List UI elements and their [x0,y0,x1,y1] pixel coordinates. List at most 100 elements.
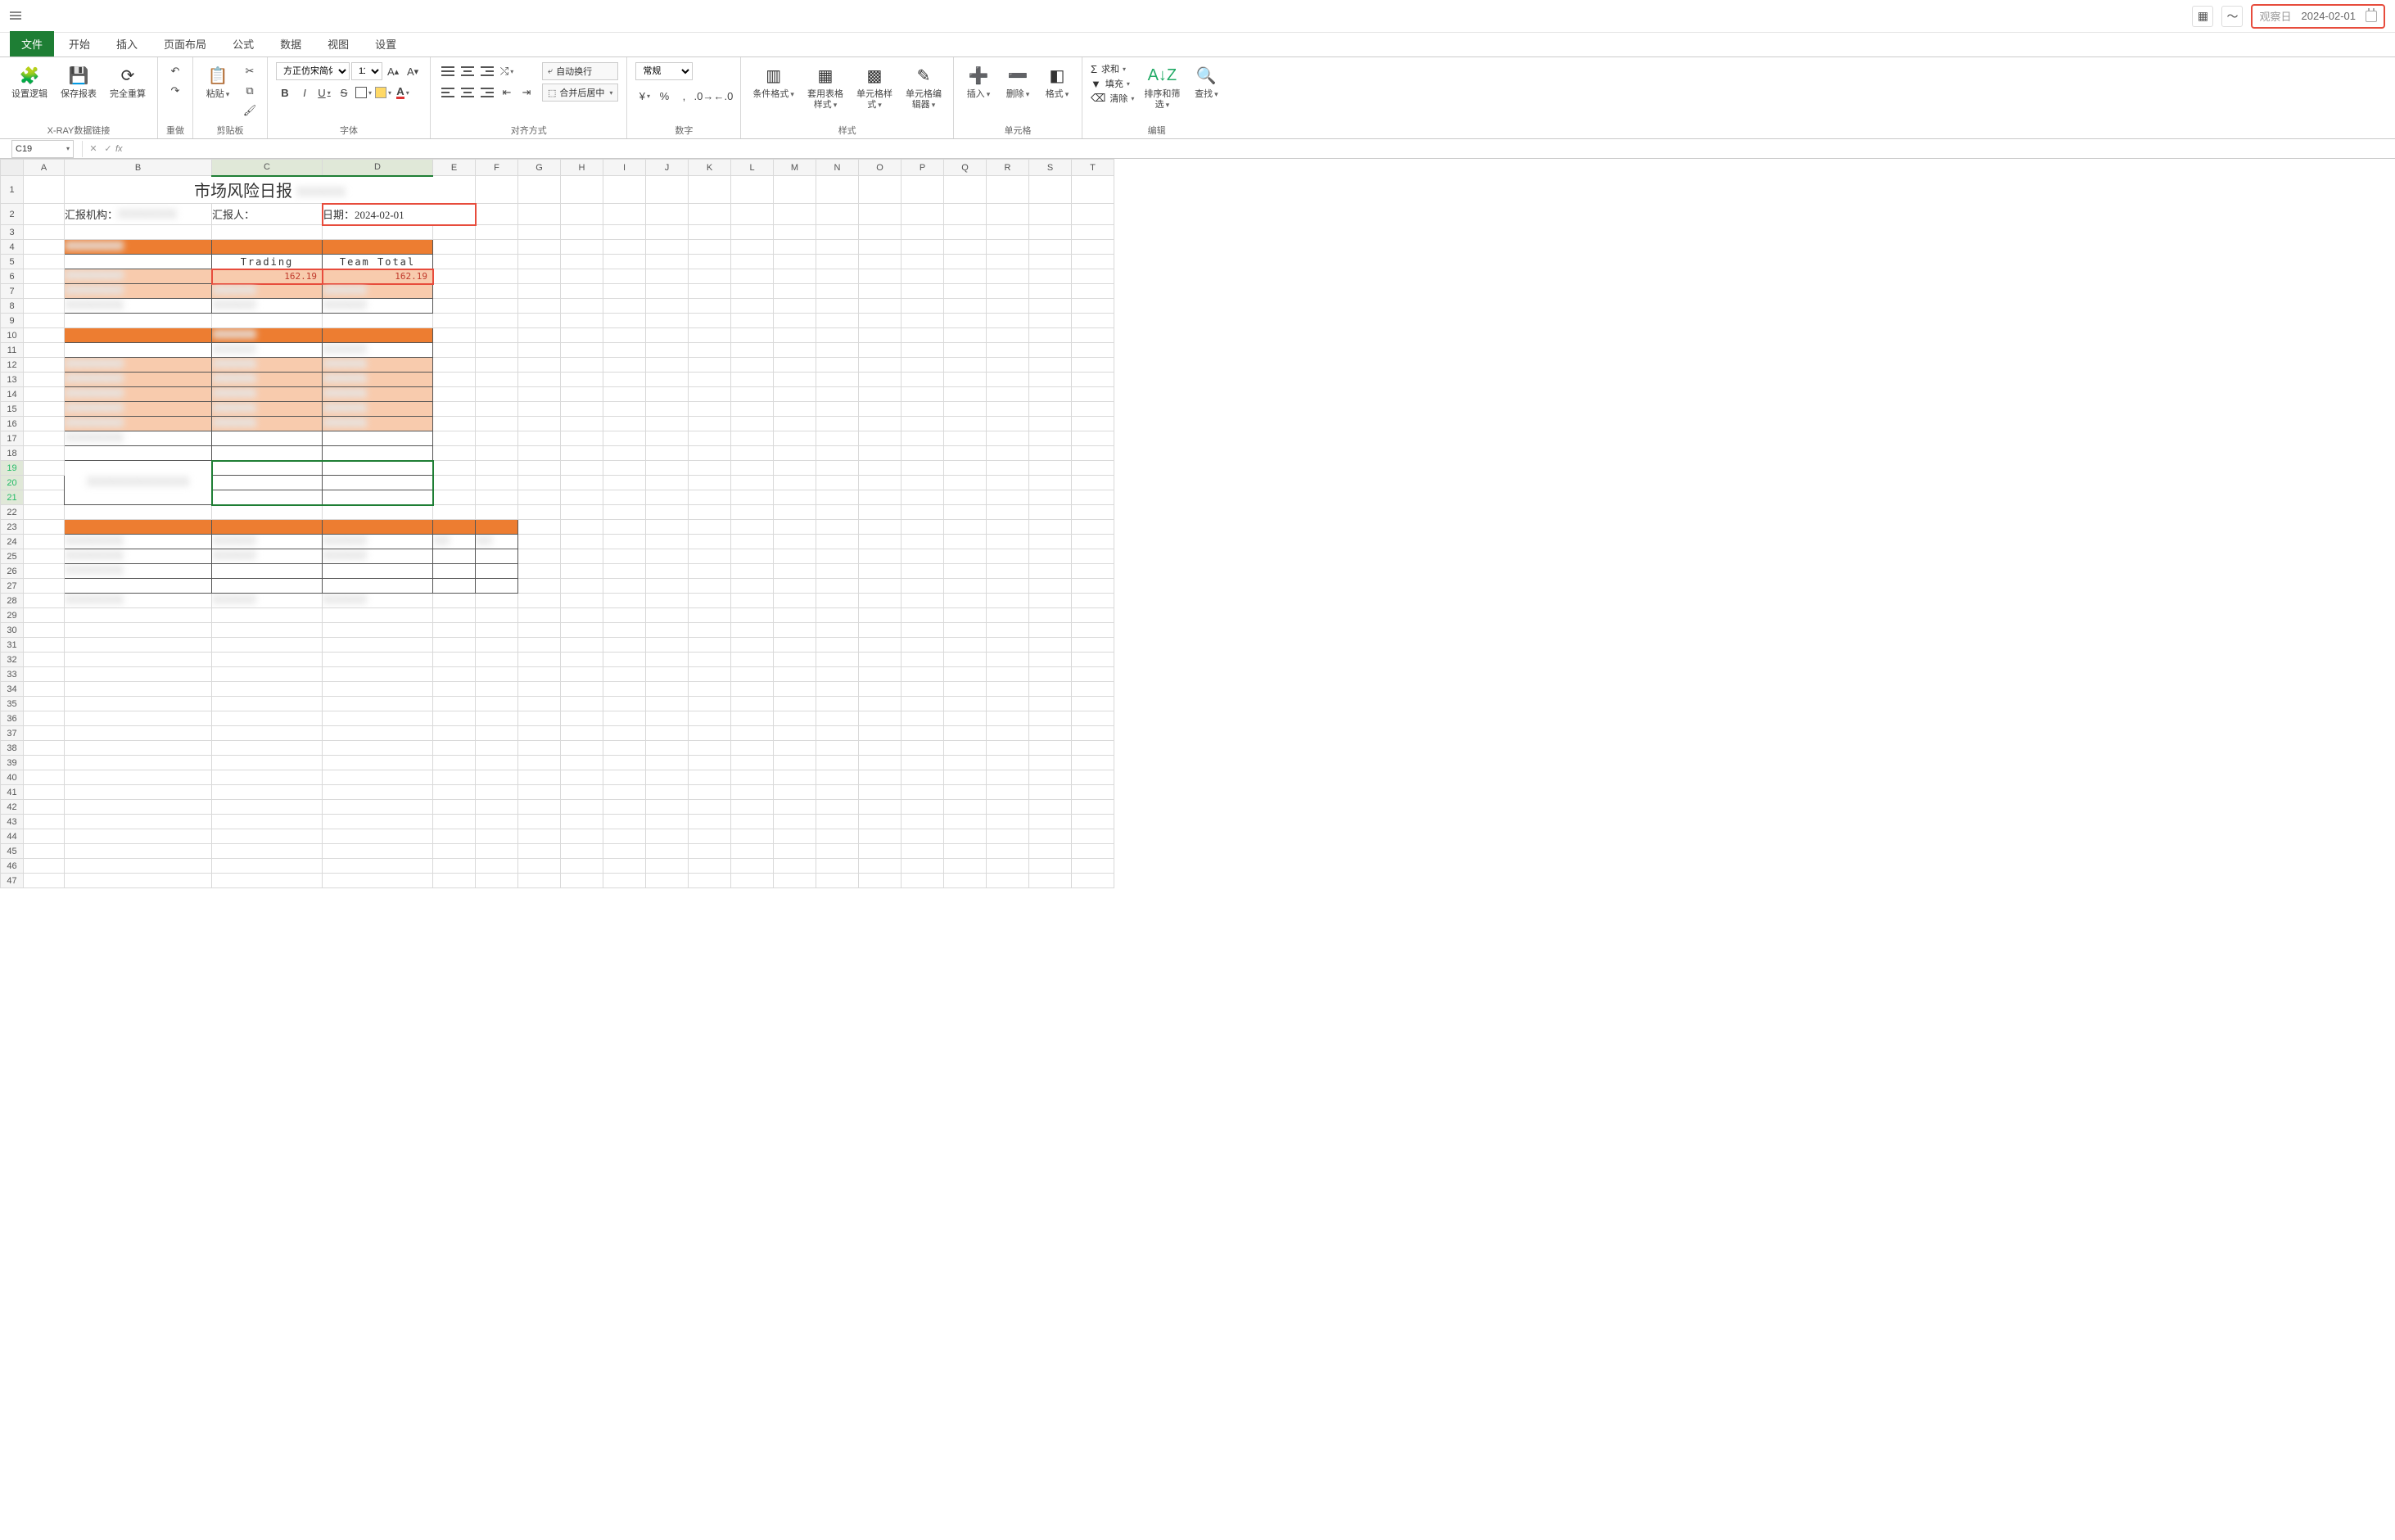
cell[interactable] [603,176,646,204]
cell[interactable] [1072,204,1114,225]
cell[interactable] [774,800,816,815]
cell[interactable] [902,815,944,829]
border-button[interactable]: ▾ [355,84,373,102]
cell-style-button[interactable]: ▩单元格样 式 [853,62,896,111]
cell[interactable] [323,490,433,505]
cell[interactable] [518,314,561,328]
number-format-select[interactable]: 常规 [635,62,693,80]
cell[interactable] [987,255,1029,269]
cell[interactable] [987,549,1029,564]
cell[interactable] [902,859,944,874]
row-header[interactable]: 46 [1,859,24,874]
cell[interactable] [433,623,476,638]
currency-button[interactable]: ¥▾ [635,87,653,105]
cell[interactable] [816,756,859,770]
cell[interactable] [987,373,1029,387]
cell[interactable] [476,815,518,829]
find-button[interactable]: 🔍查找 [1190,62,1222,102]
cell[interactable] [859,756,902,770]
cell[interactable] [689,328,731,343]
cell[interactable] [1072,800,1114,815]
cell[interactable] [433,549,476,564]
cell[interactable] [816,859,859,874]
cell[interactable] [476,328,518,343]
cell[interactable] [689,176,731,204]
cell[interactable] [561,328,603,343]
cell[interactable] [646,204,689,225]
cell[interactable]: 162.19 [323,269,433,284]
cell[interactable] [987,284,1029,299]
cell[interactable] [816,269,859,284]
cell[interactable] [944,770,987,785]
cell[interactable] [561,417,603,431]
cell[interactable] [603,800,646,815]
cell[interactable] [646,623,689,638]
cell[interactable] [774,328,816,343]
cell[interactable] [902,373,944,387]
cell[interactable] [944,343,987,358]
cell[interactable] [65,387,212,402]
cell[interactable] [212,446,323,461]
cell[interactable] [859,815,902,829]
cell[interactable] [1072,785,1114,800]
cell[interactable] [518,844,561,859]
cell[interactable] [987,520,1029,535]
cell[interactable] [646,549,689,564]
cell[interactable] [518,726,561,741]
cell[interactable] [1072,844,1114,859]
cell[interactable] [902,314,944,328]
cell[interactable] [944,299,987,314]
cell[interactable] [1029,520,1072,535]
cell[interactable] [476,314,518,328]
cell[interactable] [518,874,561,888]
cell[interactable] [731,874,774,888]
cell[interactable] [65,726,212,741]
cell[interactable] [433,859,476,874]
cell[interactable] [518,387,561,402]
cell[interactable] [323,726,433,741]
cell[interactable] [1072,697,1114,711]
cell[interactable] [987,638,1029,653]
cell[interactable] [65,682,212,697]
cell[interactable] [944,756,987,770]
cell[interactable] [1029,358,1072,373]
cell[interactable] [476,284,518,299]
col-header-T[interactable]: T [1072,160,1114,176]
cell[interactable] [603,358,646,373]
cell[interactable] [987,844,1029,859]
cell[interactable] [65,815,212,829]
font-family-select[interactable]: 方正仿宋简体 [276,62,350,80]
cell[interactable] [731,594,774,608]
cell[interactable] [561,623,603,638]
cell[interactable] [902,225,944,240]
cond-format-button[interactable]: ▥条件格式 [749,62,798,102]
cell[interactable] [646,844,689,859]
cell[interactable] [476,859,518,874]
cell[interactable] [561,800,603,815]
cell[interactable] [561,255,603,269]
cell[interactable] [987,505,1029,520]
cell[interactable] [323,785,433,800]
cell[interactable] [433,682,476,697]
cell[interactable] [816,505,859,520]
cell[interactable] [518,638,561,653]
cell[interactable] [689,373,731,387]
cell[interactable] [774,402,816,417]
cell[interactable] [731,829,774,844]
cell[interactable] [859,682,902,697]
cell[interactable] [646,711,689,726]
cell[interactable] [859,623,902,638]
row-header[interactable]: 43 [1,815,24,829]
cell[interactable] [561,741,603,756]
cell[interactable] [518,564,561,579]
cell[interactable] [65,446,212,461]
cell[interactable] [518,461,561,476]
cell[interactable] [944,697,987,711]
row-header[interactable]: 14 [1,387,24,402]
cell[interactable] [1029,741,1072,756]
cell[interactable] [944,476,987,490]
cell[interactable] [816,240,859,255]
cell[interactable] [646,461,689,476]
strike-button[interactable]: S [335,84,353,102]
cell[interactable] [65,461,212,505]
